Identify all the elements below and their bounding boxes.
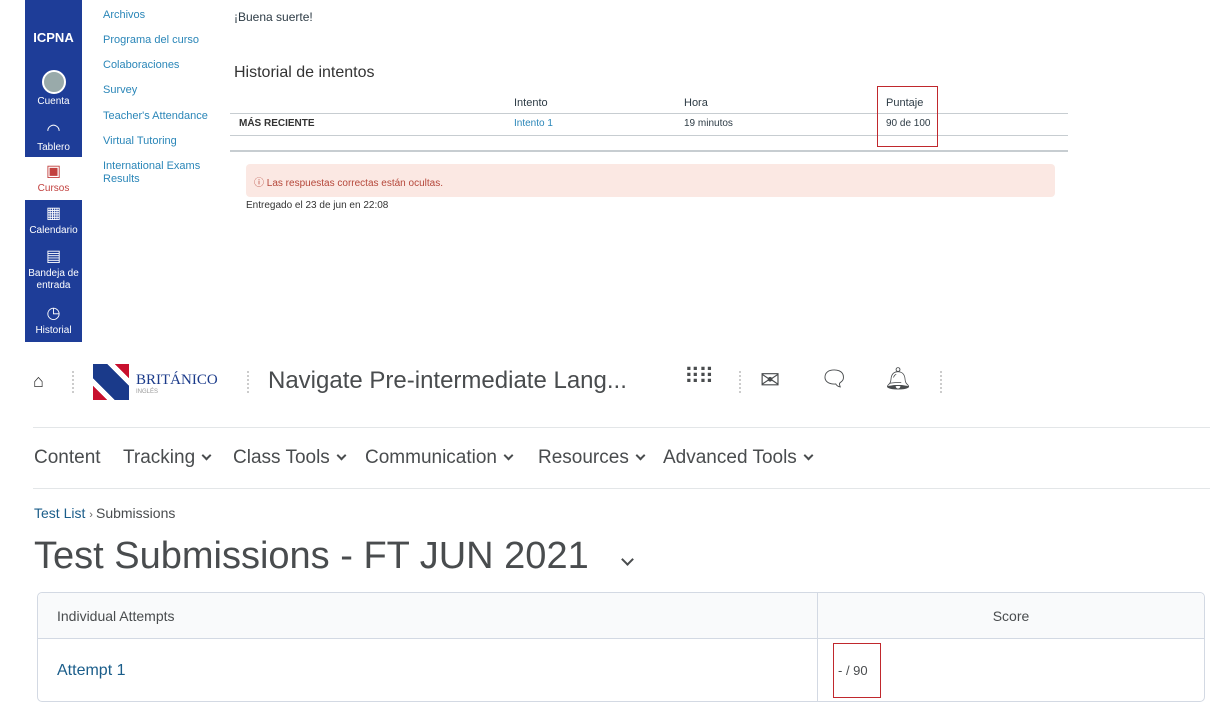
nav-historial[interactable]: ◷ Historial [25,305,82,337]
breadcrumb: Test List › Submissions [34,505,175,521]
icpna-logo: ICPNA [33,30,74,45]
menu-label: Advanced Tools [663,447,797,468]
divider [230,113,1068,114]
nav-bandeja[interactable]: ▤ Bandeja de entrada [25,248,82,292]
nav-label: Cursos [37,183,70,194]
divider [33,488,1210,489]
highlight-box [877,86,938,147]
menu-label: Tracking [123,447,196,468]
good-luck-text: ¡Buena suerte! [234,10,313,24]
britanico-flag-logo[interactable] [93,364,129,400]
separator [72,371,74,393]
nav-label: Cuenta [37,96,70,107]
course-nav-attendance[interactable]: Teacher's Attendance [103,110,208,123]
course-nav-tutoring[interactable]: Virtual Tutoring [103,135,177,148]
nav-label: Bandeja de entrada [28,268,79,291]
home-icon[interactable]: ⌂ [33,371,44,392]
attempt-1-link[interactable]: Attempt 1 [57,662,125,680]
attempt-link[interactable]: Intento 1 [514,118,553,129]
submitted-text: Entregado el 23 de jun en 22:08 [246,200,389,211]
row-label: MÁS RECIENTE [239,118,315,129]
waffle-icon[interactable]: ⠿⠿ [684,366,714,388]
header-intento: Intento [514,97,548,109]
nav-label: Tablero [37,142,70,153]
nav-label: Historial [35,325,72,336]
calendar-icon: ▦ [45,205,62,222]
submissions-table: Individual Attempts Score Attempt 1 - / … [37,592,1205,702]
britanico-logo-text: BRITÁNICO [136,372,218,388]
header-score: Score [992,608,1030,624]
course-nav-colaboraciones[interactable]: Colaboraciones [103,59,179,72]
chat-icon[interactable]: 🗨 [820,366,848,392]
menu-label: Content [34,447,101,468]
highlight-box [833,643,881,698]
alert-text: Las respuestas correctas están ocultas. [266,178,443,189]
breadcrumb-separator: › [89,509,96,521]
course-nav-survey[interactable]: Survey [103,84,137,97]
breadcrumb-current: Submissions [95,505,176,521]
menu-communication[interactable]: Communication [365,447,514,469]
book-icon: ▣ [45,163,62,180]
page-title-text: Test Submissions - FT JUN 2021 [34,535,589,577]
global-nav: ICPNA Cuenta ◠ Tablero ▣ Cursos ▦ Calendari… [25,0,82,342]
chevron-down-icon [803,450,814,461]
menu-content[interactable]: Content [34,447,101,469]
britanico-logo-sub: INGLÉS [136,389,159,395]
menu-class-tools[interactable]: Class Tools [233,447,347,469]
nav-cuenta[interactable]: Cuenta [25,70,82,108]
menu-advanced-tools[interactable]: Advanced Tools [663,447,814,469]
clock-icon: ◷ [46,305,61,322]
page-title: Test Submissions - FT JUN 2021 [34,535,634,578]
divider [230,135,1068,136]
history-title: Historial de intentos [234,64,375,81]
chevron-down-icon [201,450,212,461]
warning-icon: ⓘ [254,178,267,189]
inbox-icon: ▤ [45,248,62,265]
divider [230,150,1068,152]
course-nav-exams[interactable]: International Exams Results [103,160,213,186]
menu-tracking[interactable]: Tracking [123,447,212,469]
course-nav-archivos[interactable]: Archivos [103,9,145,22]
course-nav-programa[interactable]: Programa del curso [103,34,199,47]
separator [940,371,942,393]
hidden-answers-alert: ⓘ Las respuestas correctas están ocultas… [246,164,1055,197]
menu-label: Class Tools [233,447,330,468]
menu-resources[interactable]: Resources [538,447,646,469]
chevron-down-icon [635,450,646,461]
separator [739,371,741,393]
menu-label: Communication [365,447,497,468]
chevron-down-icon [336,450,347,461]
nav-calendario[interactable]: ▦ Calendario [25,205,82,237]
menu-label: Resources [538,447,629,468]
header-hora: Hora [684,97,708,109]
separator [247,371,249,393]
dashboard-icon: ◠ [46,122,61,139]
user-avatar-icon [41,70,66,94]
bell-icon[interactable]: 🔔︎ [884,366,912,392]
header-individual-attempts: Individual Attempts [57,608,175,624]
nav-tablero[interactable]: ◠ Tablero [25,122,82,154]
mail-icon[interactable]: ✉ [760,366,780,395]
chevron-down-icon [503,450,514,461]
course-title[interactable]: Navigate Pre-intermediate Lang... [268,367,627,395]
time-value: 19 minutos [684,118,733,129]
breadcrumb-test-list[interactable]: Test List [34,505,85,521]
divider [33,427,1210,428]
nav-cursos[interactable]: ▣ Cursos [25,157,82,200]
chevron-down-icon[interactable] [620,553,634,566]
nav-label: Calendario [29,225,78,236]
